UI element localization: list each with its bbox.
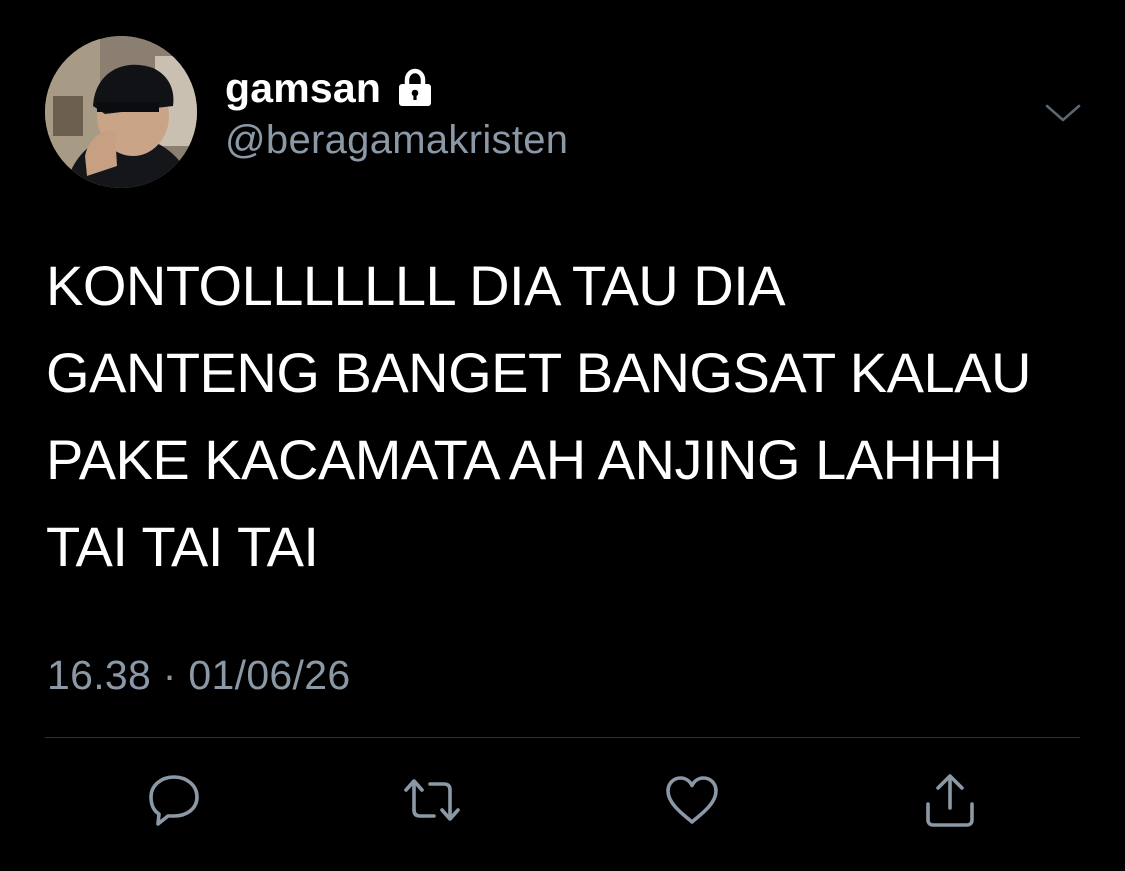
display-name-row: gamsan [225,62,435,114]
tweet-timestamp[interactable]: 16.38 · 01/06/26 [47,652,350,699]
divider [45,737,1080,738]
tweet-card: gamsan @beragamakristen KONTOLLLLLLL DIA… [0,0,1125,871]
share-icon [920,770,980,835]
like-button[interactable] [660,770,724,834]
chevron-down-icon[interactable] [1043,96,1083,136]
heart-icon [662,770,722,835]
retweet-icon [400,768,464,837]
share-button[interactable] [918,770,982,834]
retweet-button[interactable] [400,770,464,834]
tweet-text: KONTOLLLLLLL DIA TAU DIA GANTENG BANGET … [46,254,1031,578]
display-name[interactable]: gamsan [225,65,381,112]
avatar[interactable] [45,36,197,188]
lock-icon [395,68,435,108]
reply-button[interactable] [142,770,206,834]
user-handle[interactable]: @beragamakristen [225,118,568,163]
reply-icon [144,770,204,835]
